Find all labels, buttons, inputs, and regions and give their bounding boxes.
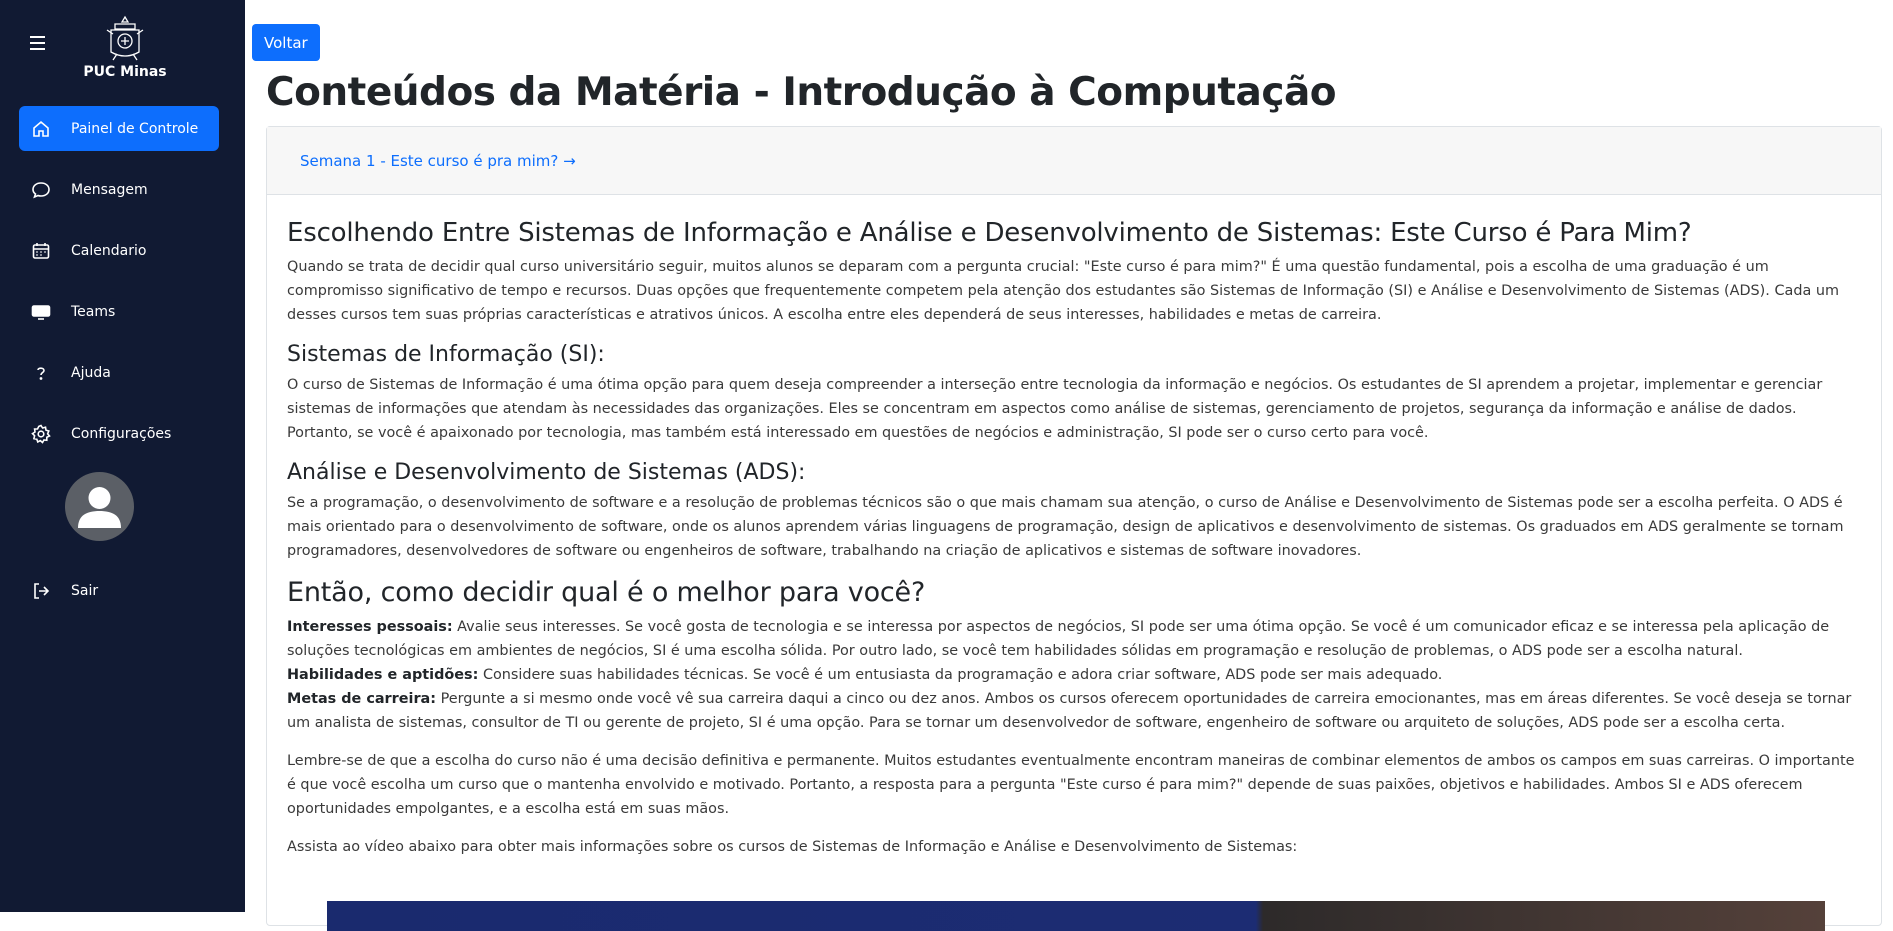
logout-icon xyxy=(31,581,51,601)
sidebar-item-mensagem[interactable]: Mensagem xyxy=(19,167,219,212)
week-link-label: Semana 1 - Este curso é pra mim? xyxy=(300,151,559,170)
sidebar-item-label: Calendario xyxy=(71,242,147,259)
article-heading: Escolhendo Entre Sistemas de Informação … xyxy=(287,218,1692,248)
sidebar-item-teams[interactable]: Teams xyxy=(19,289,219,334)
sidebar-item-label: Teams xyxy=(71,303,116,320)
logout-button[interactable]: Sair xyxy=(19,568,219,613)
sidebar-item-configuracoes[interactable]: Configurações xyxy=(19,411,219,456)
card-header: Semana 1 - Este curso é pra mim? → xyxy=(267,127,1881,195)
section-heading-ads: Análise e Desenvolvimento de Sistemas (A… xyxy=(287,460,806,485)
arrow-right-icon: → xyxy=(563,151,576,170)
sidebar: PUC Minas Painel de Controle Mensagem Ca… xyxy=(0,0,245,912)
logout-label: Sair xyxy=(71,582,99,599)
criteria-label: Metas de carreira: xyxy=(287,691,437,707)
criteria-interests: Interesses pessoais: Avalie seus interes… xyxy=(287,615,1861,663)
back-button[interactable]: Voltar xyxy=(252,24,320,61)
criteria-text: Considere suas habilidades técnicas. Se … xyxy=(478,667,1443,683)
criteria-goals: Metas de carreira: Pergunte a si mesmo o… xyxy=(287,687,1861,735)
video-intro: Assista ao vídeo abaixo para obter mais … xyxy=(287,839,1298,855)
user-silhouette-icon xyxy=(78,487,121,528)
sidebar-item-label: Ajuda xyxy=(71,364,111,381)
section-text-si: O curso de Sistemas de Informação é uma … xyxy=(287,377,1823,441)
sidebar-item-painel-de-controle[interactable]: Painel de Controle xyxy=(19,106,219,151)
criteria-label: Interesses pessoais: xyxy=(287,619,453,635)
gear-icon xyxy=(31,424,51,444)
page-title: Conteúdos da Matéria - Introdução à Comp… xyxy=(266,70,1337,115)
article: Escolhendo Entre Sistemas de Informação … xyxy=(267,195,1881,859)
sidebar-item-calendario[interactable]: Calendario xyxy=(19,228,219,273)
section-heading-si: Sistemas de Informação (SI): xyxy=(287,342,605,367)
brand-logo: PUC Minas xyxy=(80,14,170,80)
avatar[interactable] xyxy=(65,472,134,541)
crest-icon xyxy=(106,15,144,61)
article-intro: Quando se trata de decidir qual curso un… xyxy=(287,259,1839,323)
home-icon xyxy=(31,119,51,139)
section-text-ads: Se a programação, o desenvolvimento de s… xyxy=(287,495,1844,559)
monitor-icon xyxy=(31,302,51,322)
criteria-label: Habilidades e aptidões: xyxy=(287,667,479,683)
brand-name: PUC Minas xyxy=(83,64,167,80)
sidebar-item-ajuda[interactable]: Ajuda xyxy=(19,350,219,395)
menu-icon[interactable] xyxy=(30,36,52,54)
main-content: Voltar Conteúdos da Matéria - Introdução… xyxy=(245,0,1893,931)
criteria-skills: Habilidades e aptidões: Considere suas h… xyxy=(287,663,1861,687)
article-conclusion: Lembre-se de que a escolha do curso não … xyxy=(287,753,1855,817)
criteria-text: Avalie seus interesses. Se você gosta de… xyxy=(287,619,1830,659)
week-link[interactable]: Semana 1 - Este curso é pra mim? → xyxy=(300,152,576,170)
sidebar-item-label: Painel de Controle xyxy=(71,120,199,137)
chat-icon xyxy=(31,180,51,200)
sidebar-item-label: Configurações xyxy=(71,425,172,442)
calendar-icon xyxy=(31,241,51,261)
criteria-text: Pergunte a si mesmo onde você vê sua car… xyxy=(287,691,1852,731)
sidebar-nav: Painel de Controle Mensagem Calendario T… xyxy=(19,106,219,472)
section-heading-decide: Então, como decidir qual é o melhor para… xyxy=(287,577,926,608)
logout-section: Sair xyxy=(19,568,219,629)
question-icon xyxy=(31,363,51,383)
sidebar-item-label: Mensagem xyxy=(71,181,148,198)
video-player[interactable] xyxy=(327,901,1825,931)
content-card: Semana 1 - Este curso é pra mim? → Escol… xyxy=(266,126,1882,931)
